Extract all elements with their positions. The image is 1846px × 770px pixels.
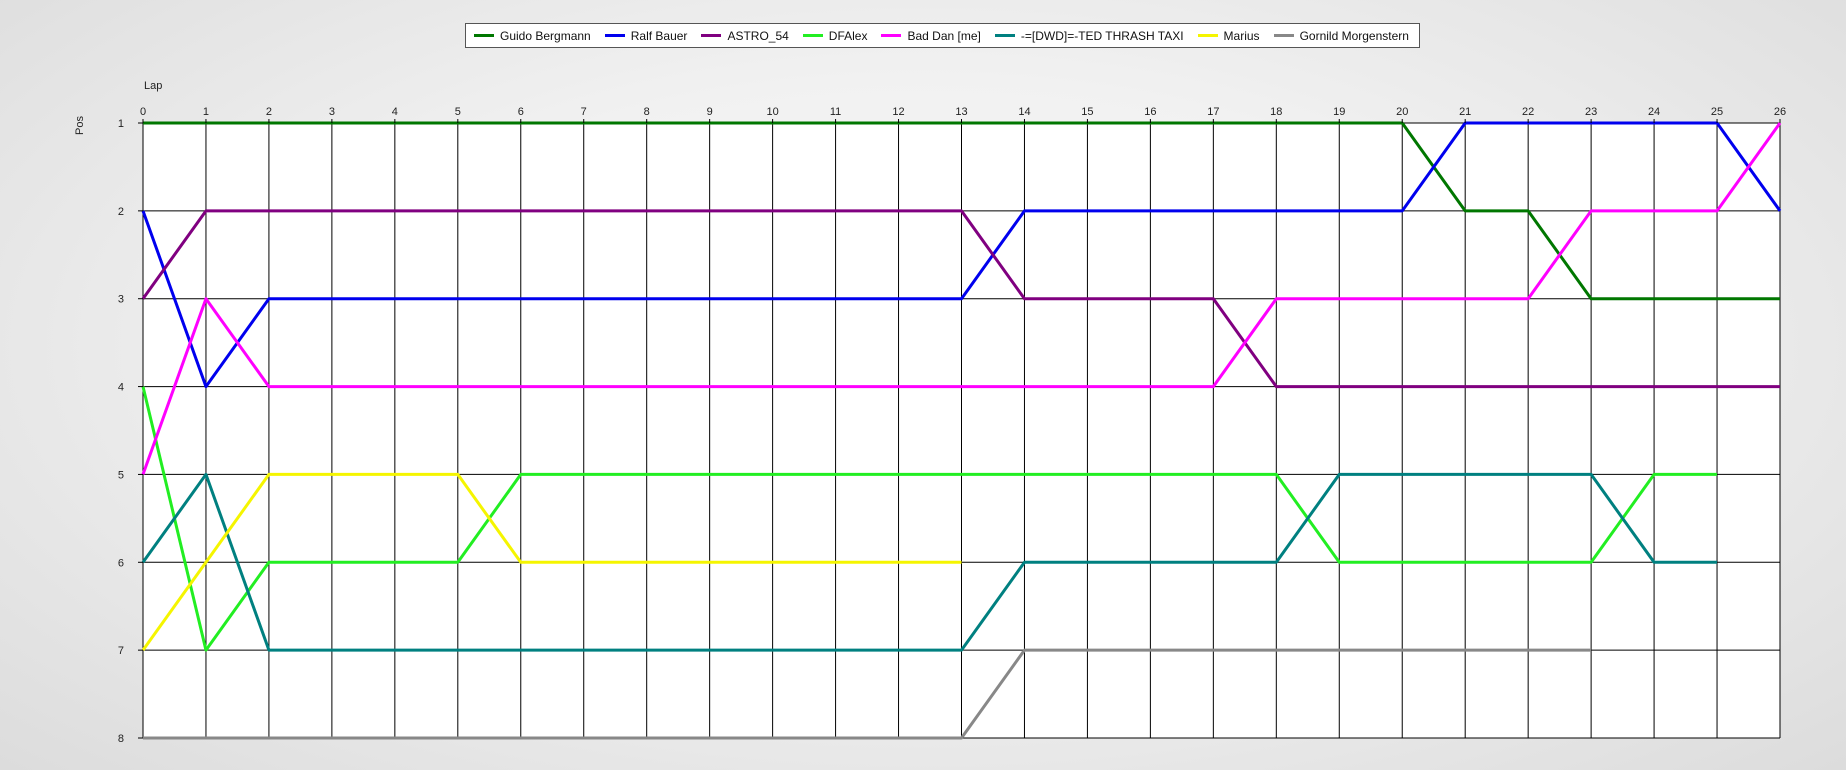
y-tick-label-7: 8 [118,733,124,745]
y-tick-label-2: 3 [118,294,124,306]
x-tick-label-8: 8 [644,106,650,118]
x-tick-label-20: 20 [1396,106,1408,118]
x-tick-label-0: 0 [140,106,146,118]
y-tick-label-1: 2 [118,206,124,218]
x-tick-label-17: 17 [1207,106,1219,118]
y-tick-label-6: 7 [118,645,124,657]
x-tick-label-23: 23 [1585,106,1597,118]
x-tick-label-11: 11 [830,106,841,118]
x-tick-label-7: 7 [581,106,587,118]
x-tick-label-2: 2 [266,106,272,118]
x-axis-label: Lap [144,80,162,92]
x-tick-label-22: 22 [1522,106,1534,118]
y-tick-label-4: 5 [118,469,124,481]
y-tick-label-0: 1 [118,118,124,130]
x-tick-label-19: 19 [1333,106,1345,118]
x-ticks: 0 1 2 3 4 5 6 7 8 9 10 11 12 13 14 15 16 17 18 19 20 21 22 23 24… [140,106,1786,123]
x-tick-label-12: 12 [892,106,904,118]
position-chart: 0 1 2 3 4 5 6 7 8 9 10 11 12 13 14 15 16 17 18 19 20 21 22 23 24… [74,80,1786,745]
x-tick-label-10: 10 [766,106,778,118]
x-tick-label-3: 3 [329,106,335,118]
x-tick-label-9: 9 [707,106,713,118]
x-tick-label-21: 21 [1459,106,1471,118]
x-tick-label-6: 6 [518,106,524,118]
y-tick-label-5: 6 [118,557,124,569]
x-tick-label-25: 25 [1711,106,1723,118]
x-tick-label-18: 18 [1270,106,1282,118]
x-tick-label-26: 26 [1774,106,1786,118]
x-tick-label-1: 1 [203,106,209,118]
y-tick-label-3: 4 [118,382,124,394]
x-tick-label-16: 16 [1144,106,1156,118]
y-axis-label: Pos [74,116,86,135]
x-tick-label-4: 4 [392,106,398,118]
x-tick-label-13: 13 [955,106,967,118]
x-tick-label-24: 24 [1648,106,1660,118]
x-tick-label-15: 15 [1081,106,1093,118]
y-ticks: 1 2 3 4 5 6 7 8 [118,118,143,745]
x-tick-label-14: 14 [1018,106,1030,118]
x-tick-label-5: 5 [455,106,461,118]
